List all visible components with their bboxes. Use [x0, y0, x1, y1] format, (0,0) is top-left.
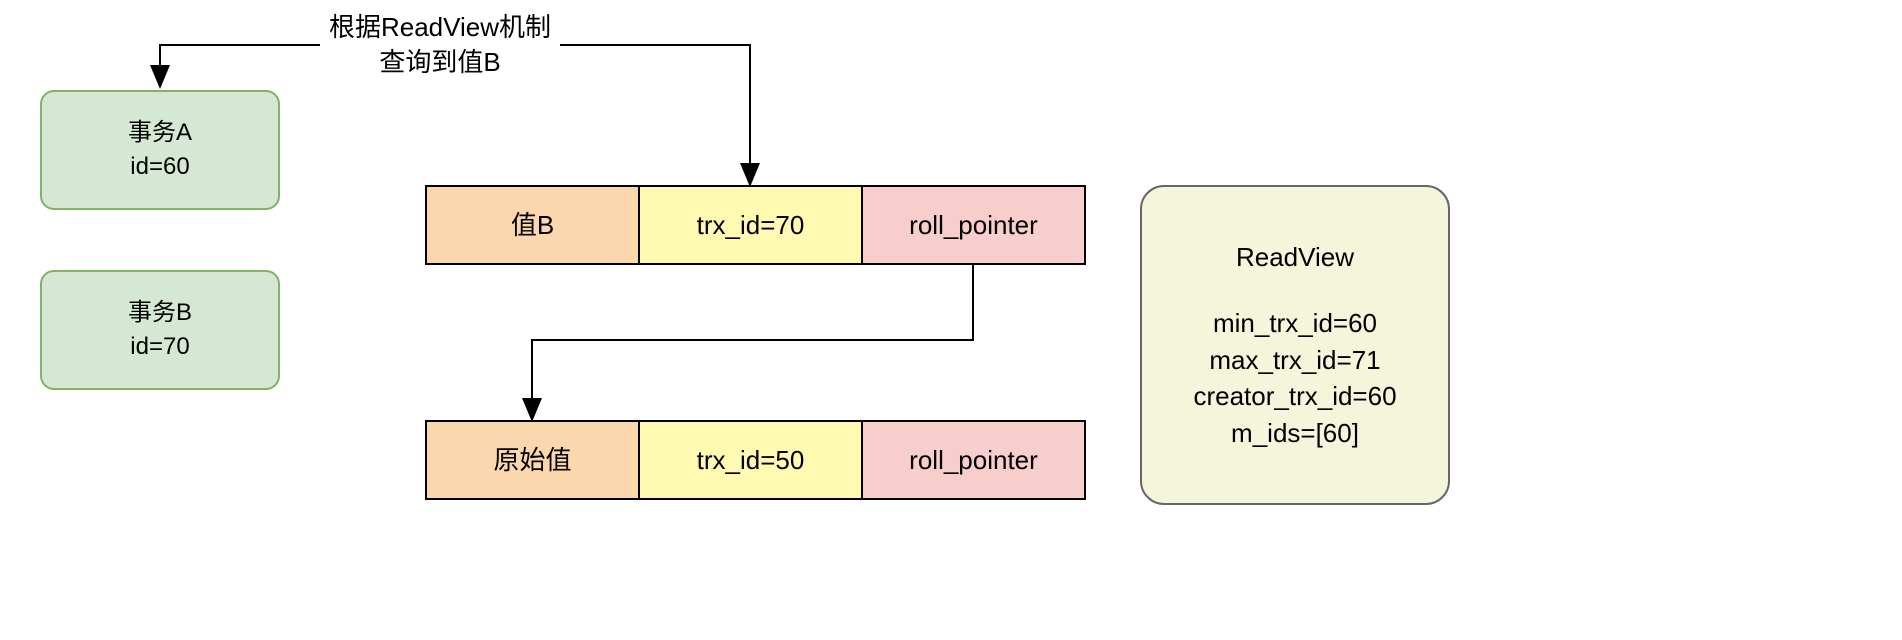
diagram-arrows — [0, 0, 1902, 640]
arrow-rollptr-to-bottom — [532, 265, 973, 418]
transaction-b-box: 事务B id=70 — [40, 270, 280, 390]
arrow-annotation-to-row-top — [560, 45, 750, 183]
readview-m-ids: m_ids=[60] — [1231, 415, 1359, 451]
row-top-value: 值B — [425, 185, 640, 265]
row-bottom-value: 原始值 — [425, 420, 640, 500]
row-top-trx-id: trx_id=70 — [638, 185, 863, 265]
row-top-trx-id-text: trx_id=70 — [697, 207, 805, 243]
readview-min-trx-id: min_trx_id=60 — [1213, 305, 1377, 341]
readview-title: ReadView — [1236, 239, 1354, 275]
row-bottom-roll-pointer: roll_pointer — [861, 420, 1086, 500]
row-bottom-trx-id: trx_id=50 — [638, 420, 863, 500]
readview-box: ReadView min_trx_id=60 max_trx_id=71 cre… — [1140, 185, 1450, 505]
annotation-line1: 根据ReadView机制 — [329, 12, 551, 42]
annotation-line2: 查询到值B — [379, 47, 500, 77]
transaction-b-title: 事务B — [128, 296, 192, 330]
row-top-roll-pointer: roll_pointer — [861, 185, 1086, 265]
transaction-a-title: 事务A — [128, 116, 192, 150]
annotation-text: 根据ReadView机制 查询到值B — [320, 10, 560, 80]
row-bottom-roll-pointer-text: roll_pointer — [909, 442, 1038, 478]
readview-max-trx-id: max_trx_id=71 — [1209, 342, 1380, 378]
row-bottom-value-text: 原始值 — [493, 442, 571, 478]
arrow-annotation-to-tx-a — [160, 45, 320, 85]
transaction-b-id: id=70 — [130, 330, 189, 364]
row-top-value-text: 值B — [511, 207, 554, 243]
transaction-a-box: 事务A id=60 — [40, 90, 280, 210]
transaction-a-id: id=60 — [130, 150, 189, 184]
row-top-roll-pointer-text: roll_pointer — [909, 207, 1038, 243]
readview-creator-trx-id: creator_trx_id=60 — [1193, 378, 1396, 414]
row-bottom-trx-id-text: trx_id=50 — [697, 442, 805, 478]
